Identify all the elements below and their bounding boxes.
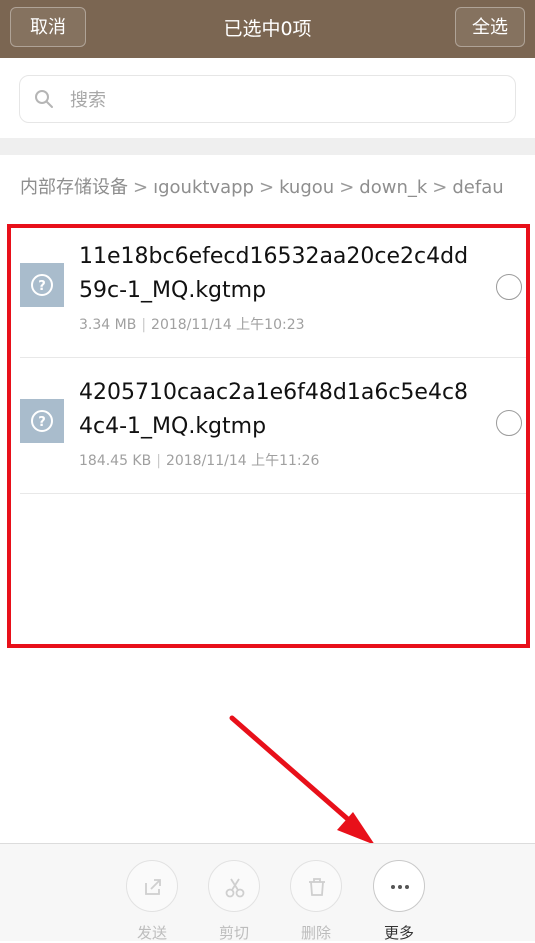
more-label: 更多	[383, 924, 414, 942]
more-button[interactable]: 更多	[367, 860, 431, 943]
trash-icon	[309, 878, 325, 896]
delete-circle	[290, 860, 342, 912]
send-circle	[126, 860, 178, 912]
cut-label: 剪切	[218, 924, 249, 942]
cut-circle	[208, 860, 260, 912]
scissors-icon	[225, 878, 245, 898]
bottom-toolbar: 发送 剪切 删除 更多	[0, 843, 535, 943]
delete-button[interactable]: 删除	[284, 860, 348, 943]
send-button[interactable]: 发送	[120, 860, 184, 943]
send-label: 发送	[136, 924, 167, 942]
share-icon	[145, 879, 161, 895]
annotation-arrow-icon	[229, 715, 375, 845]
more-circle	[373, 860, 425, 912]
more-dots-icon	[391, 885, 409, 889]
cut-button[interactable]: 剪切	[202, 860, 266, 943]
delete-label: 删除	[300, 924, 331, 942]
